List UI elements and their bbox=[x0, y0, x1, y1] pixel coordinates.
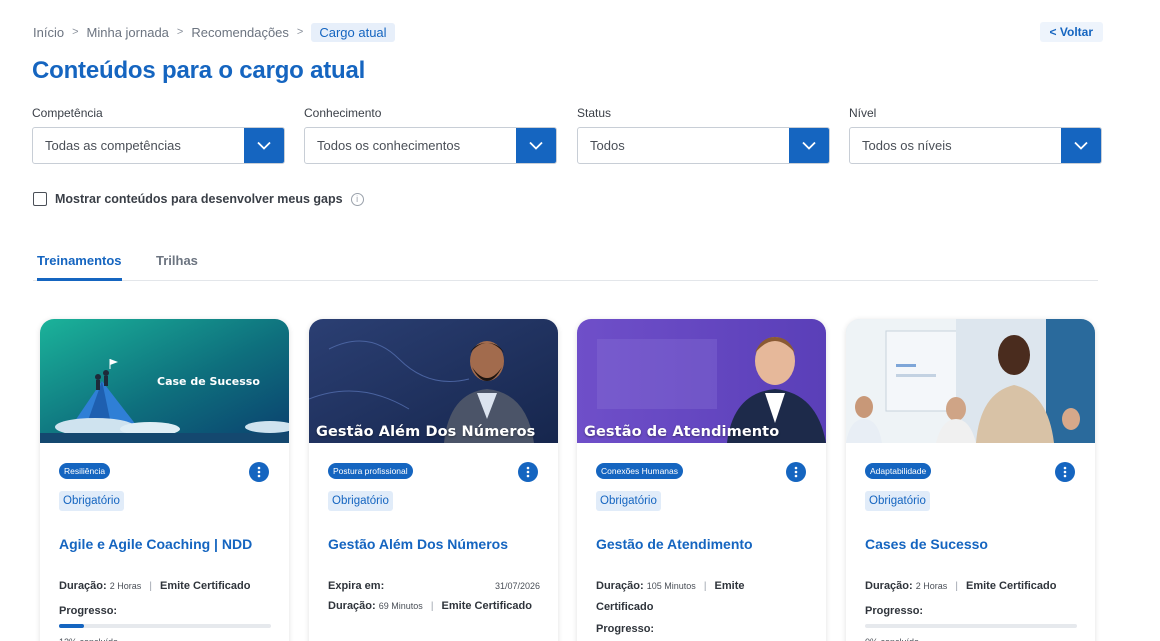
breadcrumb-current: Cargo atual bbox=[311, 22, 395, 42]
breadcrumb-item-recomendacoes[interactable]: Recomendações bbox=[191, 25, 289, 40]
gaps-checkbox-label: Mostrar conteúdos para desenvolver meus … bbox=[55, 192, 343, 206]
status-select[interactable]: Todos bbox=[577, 127, 830, 164]
breadcrumb-separator: > bbox=[296, 26, 304, 38]
progress-bar bbox=[865, 624, 1077, 628]
tab-trilhas[interactable]: Trilhas bbox=[156, 251, 198, 281]
filter-nivel: Nível Todos os níveis bbox=[849, 104, 1102, 164]
training-card[interactable]: Gestão de Atendimento Conexões Humanas O… bbox=[577, 319, 826, 641]
card-image bbox=[846, 319, 1095, 443]
filter-label: Conhecimento bbox=[304, 106, 382, 120]
card-image: Gestão Além Dos Números bbox=[309, 319, 558, 443]
card-title[interactable]: Agile e Agile Coaching | NDD bbox=[59, 536, 252, 552]
card-meta: Duração: 2 Horas | Emite Certificado Pro… bbox=[865, 576, 1077, 641]
progress-bar bbox=[59, 624, 271, 628]
chevron-down-icon[interactable] bbox=[1061, 128, 1101, 163]
duration-value: 105 Minutos bbox=[646, 581, 696, 591]
tab-treinamentos[interactable]: Treinamentos bbox=[37, 251, 122, 281]
certificate-text: Emite Certificado bbox=[966, 580, 1057, 592]
filter-label: Nível bbox=[849, 106, 877, 120]
card-image: Case de Sucesso bbox=[40, 319, 289, 443]
select-value: Todos os conhecimentos bbox=[317, 138, 461, 153]
select-value: Todas as competências bbox=[45, 138, 181, 153]
conhecimento-select[interactable]: Todos os conhecimentos bbox=[304, 127, 557, 164]
filter-label: Competência bbox=[32, 106, 103, 120]
competencia-select[interactable]: Todas as competências bbox=[32, 127, 285, 164]
more-options-icon[interactable] bbox=[518, 462, 538, 482]
info-icon[interactable]: i bbox=[350, 192, 364, 206]
select-value: Todos os níveis bbox=[862, 138, 952, 153]
breadcrumb-item-inicio[interactable]: Início bbox=[33, 25, 64, 40]
duration-value: 2 Horas bbox=[915, 581, 948, 591]
chevron-down-icon[interactable] bbox=[244, 128, 284, 163]
filter-status: Status Todos bbox=[577, 104, 830, 164]
card-title[interactable]: Cases de Sucesso bbox=[865, 536, 988, 552]
card-image: Gestão de Atendimento bbox=[577, 319, 826, 443]
progress-label: Progresso: bbox=[59, 605, 118, 617]
required-badge: Obrigatório bbox=[865, 491, 930, 511]
card-image-text: Case de Sucesso bbox=[157, 375, 260, 388]
page-title: Conteúdos para o cargo atual bbox=[32, 57, 366, 84]
chevron-down-icon[interactable] bbox=[516, 128, 556, 163]
required-badge: Obrigatório bbox=[596, 491, 661, 511]
breadcrumb-separator: > bbox=[176, 26, 184, 38]
gaps-checkbox-row[interactable]: Mostrar conteúdos para desenvolver meus … bbox=[33, 192, 364, 206]
select-value: Todos bbox=[590, 138, 625, 153]
filter-label: Status bbox=[577, 106, 612, 120]
breadcrumb-separator: > bbox=[72, 26, 79, 38]
breadcrumb: Início > Minha jornada > Recomendações >… bbox=[33, 22, 395, 42]
back-button[interactable]: < Voltar bbox=[1039, 22, 1103, 42]
progress-text: 12% concluído bbox=[59, 632, 271, 641]
certificate-text: Emite Certificado bbox=[441, 600, 532, 612]
card-meta: Duração: 105 Minutos | Emite Certificado… bbox=[596, 576, 808, 641]
more-options-icon[interactable] bbox=[249, 462, 269, 482]
training-card[interactable]: Gestão Além Dos Números Postura profissi… bbox=[309, 319, 558, 641]
more-options-icon[interactable] bbox=[1055, 462, 1075, 482]
card-meta: Expira em: 31/07/2026 Duração: 69 Minuto… bbox=[328, 576, 540, 617]
competency-tag: Postura profissional bbox=[328, 463, 413, 479]
progress-label: Progresso: bbox=[596, 623, 655, 635]
duration-label: Duração: bbox=[865, 580, 913, 592]
filter-conhecimento: Conhecimento Todos os conhecimentos bbox=[304, 104, 557, 164]
breadcrumb-item-minha-jornada[interactable]: Minha jornada bbox=[87, 25, 169, 40]
competency-tag: Resiliência bbox=[59, 463, 111, 479]
expires-label: Expira em: bbox=[328, 580, 385, 592]
training-card[interactable]: Adaptabilidade Obrigatório Cases de Suce… bbox=[846, 319, 1095, 641]
nivel-select[interactable]: Todos os níveis bbox=[849, 127, 1102, 164]
card-image-text: Gestão de Atendimento bbox=[584, 424, 780, 440]
certificate-text: Certificado bbox=[596, 601, 654, 613]
required-badge: Obrigatório bbox=[328, 491, 393, 511]
competency-tag: Adaptabilidade bbox=[865, 463, 932, 479]
expires-date: 31/07/2026 bbox=[494, 581, 540, 591]
duration-value: 69 Minutos bbox=[378, 601, 423, 611]
chevron-down-icon[interactable] bbox=[789, 128, 829, 163]
certificate-text: Emite bbox=[714, 580, 745, 592]
training-card[interactable]: Case de Sucesso Resiliência Obrigatório … bbox=[40, 319, 289, 641]
certificate-text: Emite Certificado bbox=[160, 580, 251, 592]
card-title[interactable]: Gestão Além Dos Números bbox=[328, 536, 508, 552]
duration-label: Duração: bbox=[596, 580, 644, 592]
tabs: Treinamentos Trilhas bbox=[33, 251, 1098, 281]
competency-tag: Conexões Humanas bbox=[596, 463, 684, 479]
required-badge: Obrigatório bbox=[59, 491, 124, 511]
duration-label: Duração: bbox=[59, 580, 107, 592]
duration-label: Duração: bbox=[328, 600, 376, 612]
card-title[interactable]: Gestão de Atendimento bbox=[596, 536, 753, 552]
duration-value: 2 Horas bbox=[109, 581, 142, 591]
filter-competencia: Competência Todas as competências bbox=[32, 104, 285, 164]
progress-text: 0% concluído bbox=[865, 632, 1077, 641]
progress-label: Progresso: bbox=[865, 605, 924, 617]
more-options-icon[interactable] bbox=[786, 462, 806, 482]
card-image-text: Gestão Além Dos Números bbox=[316, 424, 536, 440]
gaps-checkbox[interactable] bbox=[33, 192, 47, 206]
card-meta: Duração: 2 Horas | Emite Certificado Pro… bbox=[59, 576, 271, 641]
